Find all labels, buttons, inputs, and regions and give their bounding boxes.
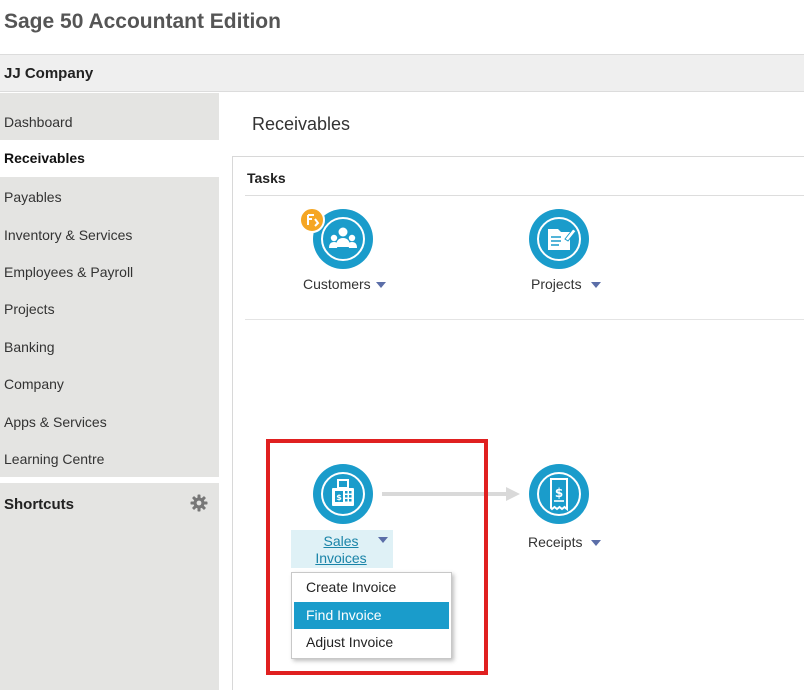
projects-task[interactable]: Projects xyxy=(531,276,601,292)
sidebar-item-projects[interactable]: Projects xyxy=(0,291,219,328)
sidebar-item-learning-centre[interactable]: Learning Centre xyxy=(0,441,219,478)
sales-invoices-label-line2: Invoices xyxy=(315,550,367,566)
receipts-task[interactable]: Receipts xyxy=(528,534,602,550)
sales-invoices-label-line1: Sales xyxy=(323,533,359,549)
sidebar-item-inventory-services[interactable]: Inventory & Services xyxy=(0,217,219,254)
sidebar-item-banking[interactable]: Banking xyxy=(0,329,219,366)
menu-item-adjust-invoice[interactable]: Adjust Invoice xyxy=(294,629,449,656)
sidebar-item-payables[interactable]: Payables xyxy=(0,179,219,216)
receipts-label: Receipts xyxy=(528,534,583,550)
section-divider xyxy=(245,319,804,320)
tasks-divider xyxy=(245,195,804,196)
tasks-heading: Tasks xyxy=(247,170,286,186)
sidebar-item-company[interactable]: Company xyxy=(0,366,219,403)
projects-icon[interactable] xyxy=(529,209,589,269)
sidebar-item-employees-payroll[interactable]: Employees & Payroll xyxy=(0,254,219,291)
projects-label: Projects xyxy=(531,276,582,292)
shortcuts-heading: Shortcuts xyxy=(4,496,75,513)
invoice-dropdown-menu: Create Invoice Find Invoice Adjust Invoi… xyxy=(291,572,452,659)
customers-task[interactable]: Customers xyxy=(303,276,386,292)
page-title: Receivables xyxy=(252,114,351,134)
menu-item-create-invoice[interactable]: Create Invoice xyxy=(294,574,449,601)
svg-text:$: $ xyxy=(336,493,342,502)
customers-label: Customers xyxy=(303,276,371,292)
flow-arrow-icon xyxy=(382,487,522,501)
receipts-icon[interactable]: $ xyxy=(529,464,589,524)
sidebar-divider xyxy=(0,477,219,483)
sales-invoices-icon[interactable]: $ xyxy=(313,464,373,524)
chevron-down-icon[interactable] xyxy=(375,282,386,289)
menu-item-find-invoice[interactable]: Find Invoice xyxy=(294,602,449,629)
company-bar: JJ Company xyxy=(0,54,804,92)
gear-icon[interactable] xyxy=(189,493,209,513)
company-name: JJ Company xyxy=(4,65,94,82)
chevron-down-icon[interactable] xyxy=(590,282,601,289)
sidebar-item-apps-services[interactable]: Apps & Services xyxy=(0,404,219,441)
chevron-down-icon[interactable] xyxy=(591,540,602,547)
sidebar-item-dashboard[interactable]: Dashboard xyxy=(0,104,219,141)
chevron-down-icon[interactable] xyxy=(378,537,388,543)
sales-invoices-link[interactable]: Sales Invoices xyxy=(313,533,369,567)
svg-text:$: $ xyxy=(555,486,563,500)
notification-badge-icon[interactable] xyxy=(299,207,325,233)
sidebar-item-receivables[interactable]: Receivables xyxy=(0,140,219,177)
app-title: Sage 50 Accountant Edition xyxy=(4,10,281,33)
sidebar: Dashboard Receivables Payables Inventory… xyxy=(0,93,219,690)
